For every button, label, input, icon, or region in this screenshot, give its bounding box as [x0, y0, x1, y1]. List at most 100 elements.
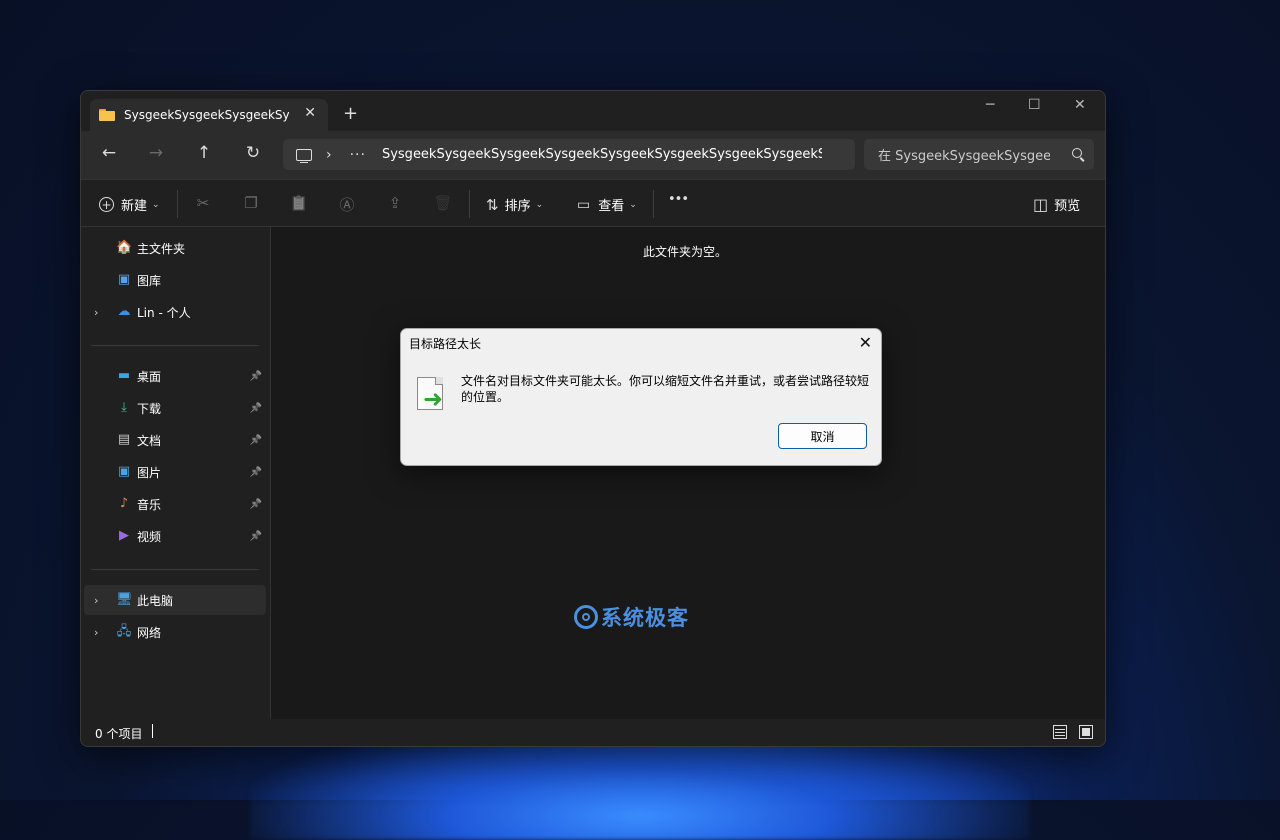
sidebar-item-icon: 🏠	[116, 240, 133, 255]
sidebar-item-label: 网络	[137, 625, 162, 640]
sidebar-item-icon: ▬	[117, 368, 131, 383]
path-too-long-dialog: 目标路径太长 ✕ ➜ 文件名对目标文件夹可能太长。你可以缩短文件名并重试，或者尝…	[400, 328, 882, 466]
sidebar-item-icon: ▣	[117, 464, 131, 479]
sort-button[interactable]: ⇅ 排序 ⌄	[486, 195, 544, 215]
sidebar-item-label: 桌面	[137, 369, 162, 384]
sidebar-item[interactable]: 🏠 主文件夹	[84, 233, 266, 263]
pin-icon: 📌	[249, 498, 262, 510]
computer-icon[interactable]	[296, 148, 312, 163]
sidebar-divider	[91, 569, 259, 570]
large-icons-view-icon[interactable]	[1079, 725, 1093, 739]
new-label: 新建	[121, 199, 148, 214]
breadcrumb-overflow-button[interactable]: ···	[350, 147, 366, 163]
pin-icon: 📌	[249, 530, 262, 542]
folder-icon	[99, 109, 115, 121]
preview-button[interactable]: ◫ 预览	[1033, 195, 1080, 214]
dialog-close-button[interactable]: ✕	[859, 333, 872, 352]
dialog-message: 文件名对目标文件夹可能太长。你可以缩短文件名并重试，或者尝试路径较短的位置。	[461, 374, 870, 404]
close-window-button[interactable]: ✕	[1074, 97, 1086, 113]
sidebar-item-label: 主文件夹	[137, 241, 186, 256]
sidebar-item-icon: ♪	[119, 496, 129, 511]
sidebar-item-icon: 🖧	[116, 624, 132, 639]
sidebar-item-label: 此电脑	[137, 593, 174, 608]
sort-label: 排序	[504, 199, 531, 214]
navigation-pane: 🏠 主文件夹 ▣ 图库 › ☁ Lin - 个人 ▬ 桌面 📌 ⤓ 下载 📌 ▤ 文档 📌 ▣ 图片 📌 ♪ 音乐 📌 ▶…	[81, 227, 271, 719]
address-bar[interactable]: › ··· SysgeekSysgeekSysgeekSysgeekSysgee…	[283, 139, 855, 170]
sidebar-item[interactable]: ▤ 文档 📌	[84, 425, 266, 455]
watermark-logo-icon	[574, 605, 598, 629]
status-bar: 0 个项目	[81, 719, 1105, 746]
tab-title: SysgeekSysgeekSysgeekSysgeek	[124, 108, 289, 122]
sidebar-item[interactable]: ▬ 桌面 📌	[84, 361, 266, 391]
tab-current-folder[interactable]: SysgeekSysgeekSysgeekSysgeek ✕	[90, 99, 328, 131]
chevron-right-icon[interactable]: ›	[94, 306, 98, 319]
search-icon[interactable]	[1072, 148, 1082, 158]
more-options-icon[interactable]: •••	[668, 192, 689, 207]
rename-icon[interactable]: Ⓐ	[337, 194, 357, 215]
item-count: 0 个项目	[95, 727, 143, 741]
maximize-button[interactable]: ☐	[1028, 97, 1041, 113]
sidebar-item[interactable]: ▣ 图库	[84, 265, 266, 295]
sidebar-divider	[91, 345, 259, 346]
file-list-area[interactable]: 此文件夹为空。	[271, 227, 1105, 719]
sidebar-item[interactable]: ♪ 音乐 📌	[84, 489, 266, 519]
sidebar-item[interactable]: › ☁ Lin - 个人	[84, 297, 266, 327]
chevron-down-icon: ⌄	[152, 199, 160, 210]
new-tab-button[interactable]: +	[343, 103, 358, 124]
sidebar-item-label: 文档	[137, 433, 162, 448]
back-button[interactable]: ←	[97, 143, 121, 163]
toolbar-divider	[469, 190, 470, 218]
tab-close-icon[interactable]: ✕	[304, 105, 316, 121]
cancel-button[interactable]: 取消	[778, 423, 867, 449]
plus-circle-icon: +	[99, 197, 114, 212]
chevron-down-icon: ⌄	[535, 199, 544, 210]
sidebar-item-label: 视频	[137, 529, 162, 544]
view-button[interactable]: ▭ 查看 ⌄	[577, 195, 637, 215]
copy-icon[interactable]: ❐	[241, 194, 261, 212]
sidebar-item[interactable]: › 🖥 此电脑	[84, 585, 266, 615]
sidebar-item[interactable]: ⤓ 下载 📌	[84, 393, 266, 423]
arrow-right-icon: ➜	[423, 385, 444, 413]
watermark-text: 系统极客	[601, 606, 689, 630]
command-bar: + 新建 ⌄ ✂ ❐ 📋 Ⓐ ⇪ 🗑 ⇅ 排序 ⌄ ▭ 查看 ⌄ ••• ◫ 预…	[81, 179, 1105, 227]
chevron-right-icon[interactable]: ›	[94, 626, 98, 639]
new-button[interactable]: + 新建 ⌄	[99, 195, 160, 214]
pin-icon: 📌	[249, 402, 262, 414]
sidebar-item[interactable]: ▶ 视频 📌	[84, 521, 266, 551]
cut-icon[interactable]: ✂	[193, 194, 213, 212]
chevron-down-icon: ⌄	[629, 199, 637, 210]
view-icon: ▭	[577, 196, 591, 213]
view-label: 查看	[598, 199, 625, 214]
sidebar-item-label: 图片	[137, 465, 162, 480]
status-divider	[152, 724, 153, 738]
chevron-right-icon[interactable]: ›	[326, 147, 332, 163]
chevron-right-icon[interactable]: ›	[94, 594, 98, 607]
navigation-bar: ← → ↑ ↻ › ··· SysgeekSysgeekSysgeekSysge…	[81, 131, 1105, 179]
sidebar-item-icon: ▣	[117, 272, 131, 287]
delete-icon[interactable]: 🗑	[433, 194, 453, 212]
address-path[interactable]: SysgeekSysgeekSysgeekSysgeekSysgeekSysge…	[382, 147, 822, 162]
sidebar-item-icon: ⤓	[121, 400, 127, 415]
details-view-icon[interactable]	[1053, 725, 1067, 739]
paste-icon[interactable]: 📋	[289, 194, 309, 212]
sidebar-item[interactable]: ▣ 图片 📌	[84, 457, 266, 487]
sidebar-item-label: Lin - 个人	[137, 305, 191, 320]
refresh-button[interactable]: ↻	[241, 143, 265, 163]
forward-button[interactable]: →	[144, 143, 168, 163]
pin-icon: 📌	[249, 434, 262, 446]
minimize-button[interactable]: ─	[986, 97, 994, 113]
pin-icon: 📌	[249, 370, 262, 382]
sidebar-item-icon: ▤	[117, 432, 131, 447]
sidebar-item-label: 音乐	[137, 497, 162, 512]
share-icon[interactable]: ⇪	[385, 194, 405, 212]
sidebar-item-icon: ☁	[117, 304, 131, 319]
title-bar: SysgeekSysgeekSysgeekSysgeek ✕ + ─ ☐ ✕	[81, 91, 1105, 131]
search-box[interactable]: 在 SysgeekSysgeekSysgeekSysgeek	[864, 139, 1094, 170]
empty-folder-message: 此文件夹为空。	[642, 245, 727, 259]
dialog-title: 目标路径太长	[409, 337, 482, 351]
search-input[interactable]: 在 SysgeekSysgeekSysgeekSysgeek	[878, 145, 1050, 164]
up-button[interactable]: ↑	[192, 143, 216, 163]
sidebar-item-label: 图库	[137, 273, 162, 288]
sidebar-item-icon: 🖥	[116, 592, 133, 607]
sidebar-item[interactable]: › 🖧 网络	[84, 617, 266, 647]
